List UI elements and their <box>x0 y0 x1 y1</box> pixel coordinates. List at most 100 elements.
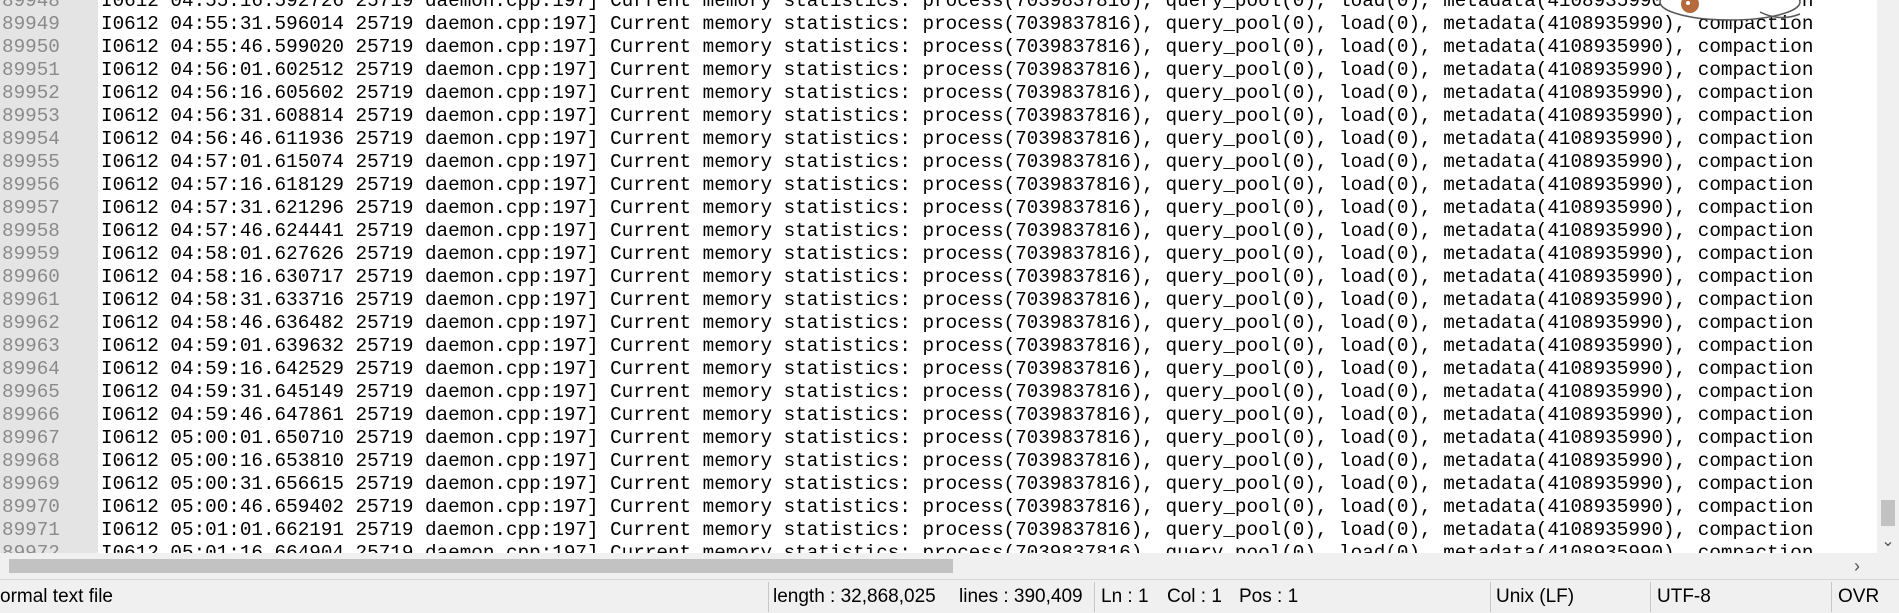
line-number: 89958 <box>2 220 60 242</box>
vertical-scrollbar[interactable]: ⌄ <box>1877 0 1899 553</box>
line-text[interactable]: I0612 05:01:01.662191 25719 daemon.cpp:1… <box>98 519 1813 541</box>
line-number: 89959 <box>2 243 60 265</box>
log-line[interactable]: 89960 I0612 04:58:16.630717 25719 daemon.… <box>0 266 1813 289</box>
line-number: 89965 <box>2 381 60 403</box>
line-number: 89957 <box>2 197 60 219</box>
status-length: length : 32,868,025 <box>773 586 936 607</box>
status-insert-mode[interactable]: OVR <box>1838 580 1879 613</box>
line-number: 89950 <box>2 36 60 58</box>
line-number: 89955 <box>2 151 60 173</box>
line-text[interactable]: I0612 04:55:46.599020 25719 daemon.cpp:1… <box>98 36 1813 58</box>
log-line[interactable]: 89970 I0612 05:00:46.659402 25719 daemon.… <box>0 496 1813 519</box>
horizontal-scrollbar[interactable]: › <box>0 553 1878 579</box>
status-bar: ormal text file length : 32,868,025 line… <box>0 579 1899 613</box>
log-line[interactable]: 89951 I0612 04:56:01.602512 25719 daemon.… <box>0 59 1813 82</box>
line-text[interactable]: I0612 04:57:46.624441 25719 daemon.cpp:1… <box>98 220 1813 242</box>
line-number: 89951 <box>2 59 60 81</box>
log-line[interactable]: 89949 I0612 04:55:31.596014 25719 daemon.… <box>0 13 1813 36</box>
line-text[interactable]: I0612 04:59:31.645149 25719 daemon.cpp:1… <box>98 381 1813 403</box>
status-lines: lines : 390,409 <box>959 586 1083 607</box>
line-text[interactable]: I0612 04:55:31.596014 25719 daemon.cpp:1… <box>98 13 1813 35</box>
line-number: 89956 <box>2 174 60 196</box>
log-line[interactable]: 89966 I0612 04:59:46.647861 25719 daemon.… <box>0 404 1813 427</box>
line-text[interactable]: I0612 04:57:16.618129 25719 daemon.cpp:1… <box>98 174 1813 196</box>
log-lines: 89948 I0612 04:55:16.592726 25719 daemon.… <box>0 0 1813 553</box>
line-number: 89954 <box>2 128 60 150</box>
line-text[interactable]: I0612 04:57:01.615074 25719 daemon.cpp:1… <box>98 151 1813 173</box>
status-line-number: Ln : 1 <box>1101 586 1149 607</box>
line-text[interactable]: I0612 04:58:16.630717 25719 daemon.cpp:1… <box>98 266 1813 288</box>
line-number: 89948 <box>2 0 60 12</box>
line-number: 89972 <box>2 542 60 553</box>
line-number: 89966 <box>2 404 60 426</box>
log-line[interactable]: 89961 I0612 04:58:31.633716 25719 daemon.… <box>0 289 1813 312</box>
status-position: Pos : 1 <box>1239 586 1299 607</box>
line-text[interactable]: I0612 04:56:01.602512 25719 daemon.cpp:1… <box>98 59 1813 81</box>
log-line[interactable]: 89958 I0612 04:57:46.624441 25719 daemon.… <box>0 220 1813 243</box>
log-line[interactable]: 89963 I0612 04:59:01.639632 25719 daemon.… <box>0 335 1813 358</box>
line-text[interactable]: I0612 04:59:16.642529 25719 daemon.cpp:1… <box>98 358 1813 380</box>
line-number: 89969 <box>2 473 60 495</box>
log-line[interactable]: 89952 I0612 04:56:16.605602 25719 daemon.… <box>0 82 1813 105</box>
status-divider <box>1490 582 1491 612</box>
status-divider <box>768 582 769 612</box>
line-text[interactable]: I0612 04:57:31.621296 25719 daemon.cpp:1… <box>98 197 1813 219</box>
chevron-right-icon[interactable]: › <box>1844 553 1870 579</box>
line-text[interactable]: I0612 04:56:46.611936 25719 daemon.cpp:1… <box>98 128 1813 150</box>
log-line[interactable]: 89950 I0612 04:55:46.599020 25719 daemon.… <box>0 36 1813 59</box>
status-encoding[interactable]: UTF-8 <box>1657 580 1711 613</box>
status-column: Col : 1 <box>1167 586 1222 607</box>
line-number: 89953 <box>2 105 60 127</box>
line-text[interactable]: I0612 05:00:01.650710 25719 daemon.cpp:1… <box>98 427 1813 449</box>
line-number: 89949 <box>2 13 60 35</box>
status-divider <box>1094 582 1095 612</box>
log-line[interactable]: 89967 I0612 05:00:01.650710 25719 daemon.… <box>0 427 1813 450</box>
status-divider <box>1831 582 1832 612</box>
log-line[interactable]: 89953 I0612 04:56:31.608814 25719 daemon.… <box>0 105 1813 128</box>
line-text[interactable]: I0612 05:00:31.656615 25719 daemon.cpp:1… <box>98 473 1813 495</box>
line-number: 89952 <box>2 82 60 104</box>
log-line[interactable]: 89954 I0612 04:56:46.611936 25719 daemon.… <box>0 128 1813 151</box>
log-line[interactable]: 89957 I0612 04:57:31.621296 25719 daemon.… <box>0 197 1813 220</box>
log-line[interactable]: 89971 I0612 05:01:01.662191 25719 daemon.… <box>0 519 1813 542</box>
line-number: 89968 <box>2 450 60 472</box>
log-line[interactable]: 89962 I0612 04:58:46.636482 25719 daemon.… <box>0 312 1813 335</box>
line-text[interactable]: I0612 04:58:31.633716 25719 daemon.cpp:1… <box>98 289 1813 311</box>
log-line[interactable]: 89965 I0612 04:59:31.645149 25719 daemon.… <box>0 381 1813 404</box>
line-text[interactable]: I0612 04:58:46.636482 25719 daemon.cpp:1… <box>98 312 1813 334</box>
log-line[interactable]: 89972 I0612 05:01:16.664904 25719 daemon.… <box>0 542 1813 553</box>
text-editor-area[interactable]: 89948 I0612 04:55:16.592726 25719 daemon.… <box>0 0 1878 553</box>
line-text[interactable]: I0612 04:56:16.605602 25719 daemon.cpp:1… <box>98 82 1813 104</box>
log-line[interactable]: 89968 I0612 05:00:16.653810 25719 daemon.… <box>0 450 1813 473</box>
mascot-sticker-image <box>1659 0 1801 21</box>
line-text[interactable]: I0612 04:59:01.639632 25719 daemon.cpp:1… <box>98 335 1813 357</box>
log-line[interactable]: 89955 I0612 04:57:01.615074 25719 daemon.… <box>0 151 1813 174</box>
log-line[interactable]: 89964 I0612 04:59:16.642529 25719 daemon.… <box>0 358 1813 381</box>
line-number: 89962 <box>2 312 60 334</box>
status-file-type: ormal text file <box>0 586 113 607</box>
line-text[interactable]: I0612 04:55:16.592726 25719 daemon.cpp:1… <box>98 0 1813 12</box>
vertical-scroll-thumb[interactable] <box>1881 500 1895 526</box>
chevron-down-icon[interactable]: ⌄ <box>1877 532 1899 552</box>
log-line[interactable]: 89959 I0612 04:58:01.627626 25719 daemon.… <box>0 243 1813 266</box>
line-number: 89971 <box>2 519 60 541</box>
status-divider <box>1650 582 1651 612</box>
line-text[interactable]: I0612 04:56:31.608814 25719 daemon.cpp:1… <box>98 105 1813 127</box>
line-number: 89964 <box>2 358 60 380</box>
scrollbar-corner <box>1878 553 1899 579</box>
line-number: 89967 <box>2 427 60 449</box>
line-text[interactable]: I0612 05:00:46.659402 25719 daemon.cpp:1… <box>98 496 1813 518</box>
log-line[interactable]: 89948 I0612 04:55:16.592726 25719 daemon.… <box>0 0 1813 13</box>
line-number: 89963 <box>2 335 60 357</box>
line-text[interactable]: I0612 04:59:46.647861 25719 daemon.cpp:1… <box>98 404 1813 426</box>
log-line[interactable]: 89956 I0612 04:57:16.618129 25719 daemon.… <box>0 174 1813 197</box>
line-text[interactable]: I0612 04:58:01.627626 25719 daemon.cpp:1… <box>98 243 1813 265</box>
line-text[interactable]: I0612 05:00:16.653810 25719 daemon.cpp:1… <box>98 450 1813 472</box>
line-text[interactable]: I0612 05:01:16.664904 25719 daemon.cpp:1… <box>98 542 1813 553</box>
log-line[interactable]: 89969 I0612 05:00:31.656615 25719 daemon.… <box>0 473 1813 496</box>
horizontal-scroll-thumb[interactable] <box>9 559 953 573</box>
line-number: 89970 <box>2 496 60 518</box>
line-number: 89961 <box>2 289 60 311</box>
status-eol-format[interactable]: Unix (LF) <box>1496 580 1574 613</box>
line-number: 89960 <box>2 266 60 288</box>
